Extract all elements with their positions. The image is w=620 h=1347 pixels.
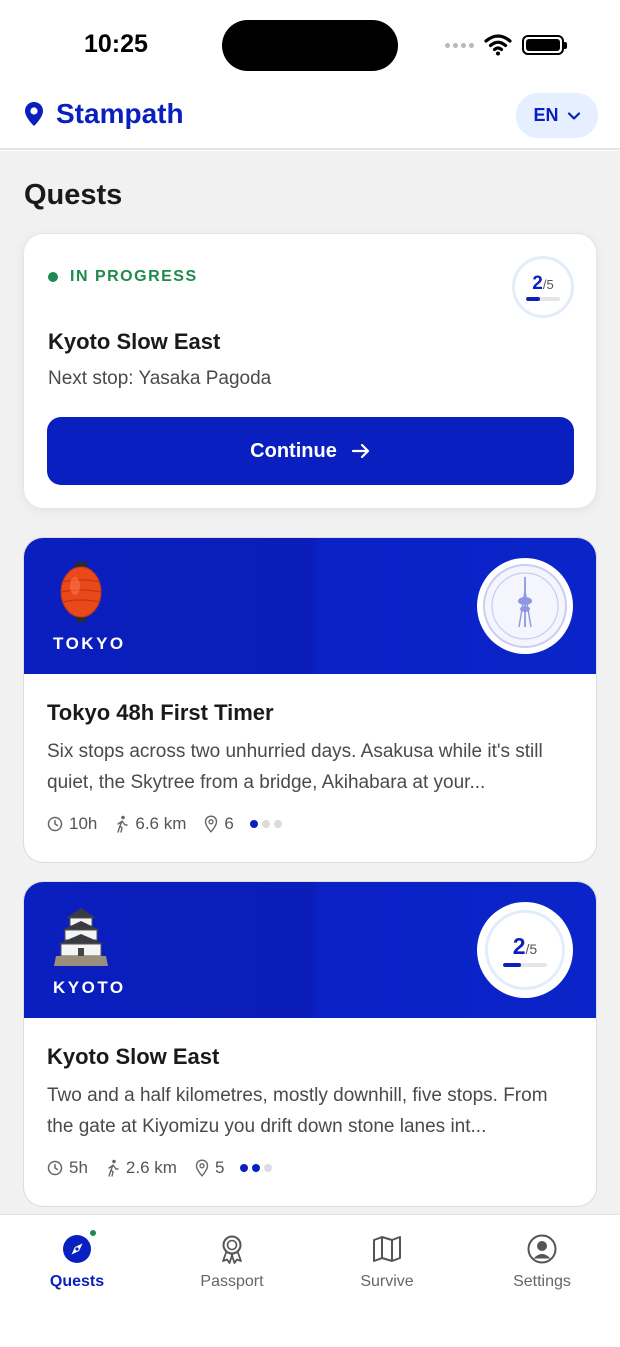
clock-icon: [47, 1160, 63, 1176]
quest-distance: 6.6 km: [135, 814, 187, 833]
quest-card[interactable]: KYOTO 2 /5 Kyoto Slow East Two and a hal…: [23, 881, 597, 1207]
status-label: IN PROGRESS: [70, 268, 198, 285]
content-area[interactable]: Quests IN PROGRESS 2 /5 Kyoto Slow East …: [0, 151, 620, 1214]
difficulty-dot: [249, 820, 258, 828]
in-progress-card[interactable]: IN PROGRESS 2 /5 Kyoto Slow East Next st…: [23, 233, 597, 509]
next-stop: Next stop: Yasaka Pagoda: [48, 368, 272, 389]
tab-label: Quests: [49, 1273, 105, 1290]
quest-title: Kyoto Slow East: [47, 1044, 220, 1069]
location-pin-icon: [25, 102, 43, 126]
quest-meta: 5h 2.6 km 5: [47, 1158, 273, 1178]
map-icon: [373, 1236, 401, 1262]
tab-label: Passport: [200, 1273, 264, 1290]
progress-total: /5: [525, 941, 538, 957]
quest-card[interactable]: TOKYO Tokyo 48h First Timer Six stops ac…: [23, 537, 597, 863]
status-bar: 10:25: [0, 0, 620, 90]
status-dot: [48, 272, 58, 282]
battery-icon: [522, 35, 567, 55]
progress-current: 2: [532, 273, 543, 294]
quest-description: Six stops across two unhurried days. Asa…: [47, 741, 543, 793]
lantern-icon: [60, 562, 102, 622]
tab-settings[interactable]: Settings: [482, 1233, 602, 1291]
clock-icon: [47, 816, 63, 832]
dynamic-island: [222, 20, 398, 71]
status-row: IN PROGRESS: [48, 268, 198, 286]
tab-bar: Quests Passport Survive Settings: [0, 1214, 620, 1347]
progress-bar-fill: [526, 297, 540, 301]
continue-button[interactable]: Continue: [47, 417, 574, 485]
brand: Stampath: [24, 98, 184, 130]
quest-meta: 10h 6.6 km 6: [47, 814, 282, 834]
quest-title: Tokyo 48h First Timer: [47, 700, 274, 725]
language-selector[interactable]: EN: [516, 93, 598, 138]
tab-label: Settings: [513, 1273, 571, 1290]
progress-ring: 2 /5: [512, 256, 574, 318]
language-label: EN: [533, 105, 559, 125]
difficulty-dot: [273, 820, 282, 828]
notification-dot: [89, 1229, 97, 1237]
quest-stops: 5: [214, 1158, 225, 1177]
walking-icon: [117, 815, 129, 833]
difficulty-dot: [261, 820, 270, 828]
badge-icon: [222, 1235, 242, 1264]
tab-passport[interactable]: Passport: [172, 1233, 292, 1291]
chevron-down-icon: [567, 111, 580, 120]
progress-total: /5: [542, 277, 554, 292]
pin-icon: [205, 815, 218, 833]
quest-duration: 10h: [69, 814, 98, 833]
brand-name: Stampath: [56, 98, 184, 129]
difficulty-dots: [249, 820, 282, 828]
user-circle-icon: [527, 1234, 557, 1264]
progress-bar-fill: [503, 963, 521, 967]
quest-distance: 2.6 km: [125, 1158, 177, 1177]
progress-bar: [503, 963, 547, 967]
quest-duration: 5h: [69, 1158, 88, 1177]
difficulty-dot: [240, 1164, 249, 1172]
arrow-right-icon: [351, 443, 369, 459]
quest-description: Two and a half kilometres, mostly downhi…: [47, 1085, 548, 1137]
wifi-icon: [484, 34, 512, 56]
progress-current: 2: [512, 933, 526, 959]
difficulty-dots: [240, 1164, 273, 1172]
page-title: Quests: [24, 179, 123, 211]
tab-label: Survive: [360, 1273, 414, 1290]
skytree-stamp-icon: [491, 572, 559, 640]
progress-bar: [526, 297, 560, 301]
walking-icon: [108, 1159, 119, 1177]
tab-survive[interactable]: Survive: [327, 1233, 447, 1291]
app-header: Stampath EN: [0, 90, 620, 150]
pin-icon: [195, 1159, 209, 1177]
status-time: 10:25: [84, 30, 148, 58]
stamp-badge: [477, 558, 573, 654]
compass-icon: [63, 1235, 91, 1263]
difficulty-dot: [252, 1164, 261, 1172]
signal-icon: [445, 42, 474, 48]
city-label: TOKYO: [53, 634, 126, 653]
castle-icon: [54, 908, 108, 966]
status-icons: [445, 34, 567, 56]
quest-banner: TOKYO: [24, 538, 596, 674]
quest-title: Kyoto Slow East: [48, 329, 221, 354]
progress-ring: 2 /5: [477, 902, 573, 998]
quest-stops: 6: [224, 814, 234, 833]
tab-quests[interactable]: Quests: [17, 1229, 137, 1291]
difficulty-dot: [264, 1164, 273, 1172]
city-label: KYOTO: [53, 978, 126, 997]
continue-label: Continue: [250, 439, 337, 462]
quest-banner: KYOTO 2 /5: [24, 882, 596, 1018]
